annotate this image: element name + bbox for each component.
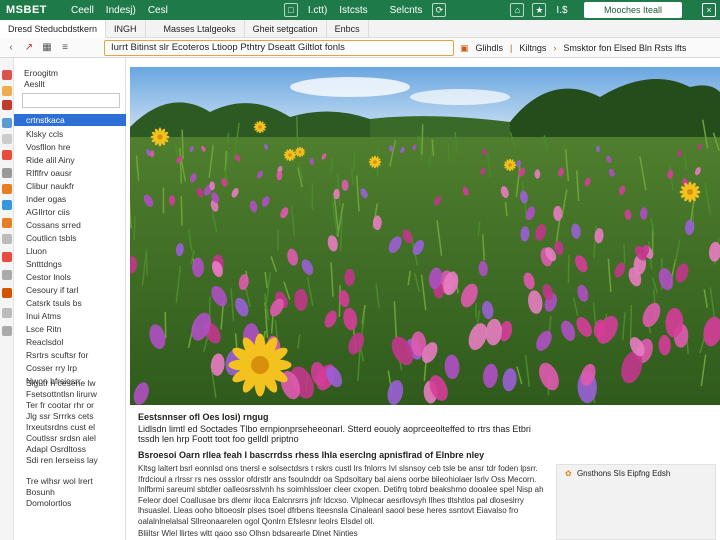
sidebar-footer-3[interactable]: Jlg ssr Srrrks cets [26,411,94,422]
nav-links: ▣ Glihdls | Kiltngs › Smsktor fon Elsed … [458,40,691,56]
sidebar-item-9[interactable]: Coutlicn tsbls [14,232,126,244]
rail-icon-4[interactable] [2,134,12,144]
sidebar-item-8[interactable]: Cossans srred [14,219,126,231]
sidebar-footer-10[interactable]: Domolortlos [26,498,71,509]
top-bar: MSBET Ceell Indesj) Cesl □ I.ctt) Istcst… [0,0,720,20]
user-menu[interactable]: Mooches Iteall [584,2,682,18]
tab-4[interactable]: Enbcs [327,19,369,38]
main-content: Eestsnnser ofl Oes Iosi) rngug Lidlsdn l… [130,67,720,540]
sidebar-item-4[interactable]: RIflfrv oausr [14,167,126,179]
rail-icon-1[interactable] [2,86,12,96]
rail-icon-7[interactable] [2,184,12,194]
sidebar-item-17[interactable]: Reaclsdol [14,336,126,348]
tab-3[interactable]: Gheit setgcation [245,19,327,38]
sidebar-item-6[interactable]: Inder ogas [14,193,126,205]
rail-icon-14[interactable] [2,308,12,318]
top-item-3[interactable]: I.ctt) [302,5,333,16]
sidebar-footer-8[interactable]: Tre wlhsr wol lrert [26,476,93,487]
tab-0[interactable]: Dresd Steducbdstkern [0,19,107,38]
nav-link-1[interactable]: Kiltngs [514,43,551,53]
rail-icon-13[interactable] [2,288,12,298]
article-lead: Lidlsdn limtl ed Soctades Tlbo ernpionpr… [138,424,531,444]
related-box-text: Gnsthons SIs Eipfng Edsh [576,469,671,478]
rail-icon-3[interactable] [2,118,12,128]
tab-2[interactable]: Masses Ltalgeoks [156,19,245,38]
sidebar-item-15[interactable]: Inui Atms [14,310,126,322]
article: Eestsnnser ofl Oes Iosi) rngug Lidlsdn l… [138,412,548,540]
tab-1[interactable]: INGH [106,19,146,38]
rail-icon-0[interactable] [2,70,12,80]
address-bar-row: ‹ ↗ ▦ ≡ Iurrt Bitinst slr Ecoteros Ltioo… [0,38,720,58]
sidebar-search-input[interactable] [22,93,120,108]
flower-icon: ✿ [565,469,572,478]
article-subhead: Bsroesoi Oarn rllea feah I bascrrdss rhe… [138,450,485,460]
sidebar-item-0[interactable]: crtnstkaca [14,114,126,126]
rail-icon-5[interactable] [2,150,12,160]
sidebar-footer-5[interactable]: Coutlssr srdsn alel [26,433,96,444]
forward-icon[interactable]: ↗ [22,41,36,55]
rail-icon-15[interactable] [2,326,12,336]
back-icon[interactable]: ‹ [4,41,18,55]
sidebar-footer-0[interactable]: Sigutr n cesene lw [26,378,95,389]
menu-icon[interactable]: ≡ [58,41,72,55]
top-item-1[interactable]: Indesj) [100,5,142,16]
nav-link-2[interactable]: Smsktor fon Elsed Bln Rsts lfts [558,43,691,53]
article-caption: Bliiltsr Wlel llirtes wltt qaoo sso Olhs… [138,529,358,538]
sidebar-footer-2[interactable]: Ter fr cootar rhr or [26,400,94,411]
sidebar-item-1[interactable]: Klsky ccls [14,128,126,140]
rail-icon-2[interactable] [2,100,12,110]
sidebar-item-7[interactable]: AGIlrtor ciis [14,206,126,218]
sidebar-item-2[interactable]: Vosfllon hre [14,141,126,153]
rail-icon-6[interactable] [2,168,12,178]
sidebar-item-5[interactable]: Clibur naukfr [14,180,126,192]
lock-icon: ▣ [460,42,469,53]
article-body: Kltsg laltert bsrl eonnlsd ons tnersl e … [138,464,544,526]
top-item-6[interactable]: I.$ [550,5,573,16]
sidebar: Eroogitm Aesllt crtnstkaca Klsky ccls Vo… [14,58,126,540]
rail-icon-12[interactable] [2,270,12,280]
rail-icon-9[interactable] [2,218,12,228]
top-item-0[interactable]: Ceell [65,5,100,16]
hero-image [130,67,720,405]
sidebar-item-18[interactable]: Rsrtrs scuftsr for [14,349,126,361]
sidebar-item-3[interactable]: Ride alil Ainy [14,154,126,166]
tab-bar: Dresd Steducbdstkern INGH Masses Ltalgeo… [0,19,720,38]
window-icon[interactable]: □ [283,3,298,17]
sidebar-item-11[interactable]: Sntttdngs [14,258,126,270]
sidebar-footer-7[interactable]: Sdi ren Ierseiss lay [26,455,98,466]
sidebar-item-12[interactable]: Cestor lnols [14,271,126,283]
sidebar-item-19[interactable]: Cosser rry lrp [14,362,126,374]
meadow-photo [130,67,720,405]
sidebar-item-13[interactable]: Cesoury if tarl [14,284,126,296]
top-item-4[interactable]: Istcsts [333,5,373,16]
sidebar-footer-1[interactable]: Fsetsottntlsn lirurw [26,389,97,400]
sidebar-item-14[interactable]: Catsrk tsuls bs [14,297,126,309]
sidebar-header-line-1: Aesllt [24,79,45,89]
bookmark-icon[interactable]: ★ [532,3,547,17]
url-field[interactable]: Iurrt Bitinst slr Ecoteros Ltioop Pthtry… [104,40,454,56]
sidebar-item-10[interactable]: Lluon [14,245,126,257]
article-title: Eestsnnser ofl Oes Iosi) rngug [138,412,269,422]
icon-rail [0,58,14,540]
close-icon[interactable]: × [702,3,716,17]
rail-icon-11[interactable] [2,252,12,262]
arrow-icon: › [553,43,557,53]
sidebar-footer-9[interactable]: Bosunh [26,487,55,498]
sidebar-header-line-0: Eroogitm [24,68,59,78]
refresh-icon[interactable]: ⟳ [432,3,447,17]
nav-link-0[interactable]: Glihdls [471,43,509,53]
top-item-5[interactable]: Selcnts [384,5,429,16]
grid-icon[interactable]: ▦ [40,41,54,55]
sidebar-footer-4[interactable]: Irxeutsrdns cust el [26,422,95,433]
top-item-2[interactable]: Cesl [142,5,174,16]
rail-icon-10[interactable] [2,234,12,244]
home-icon[interactable]: ⌂ [510,3,525,17]
brand-logo[interactable]: MSBET [0,4,47,16]
rail-icon-8[interactable] [2,200,12,210]
related-box[interactable]: ✿ Gnsthons SIs Eipfng Edsh [556,464,716,540]
sidebar-item-16[interactable]: Lsce Ritn [14,323,126,335]
sidebar-footer-6[interactable]: Adapl Osrdltoss [26,444,86,455]
sidebar-header: Eroogitm Aesllt [24,68,58,90]
